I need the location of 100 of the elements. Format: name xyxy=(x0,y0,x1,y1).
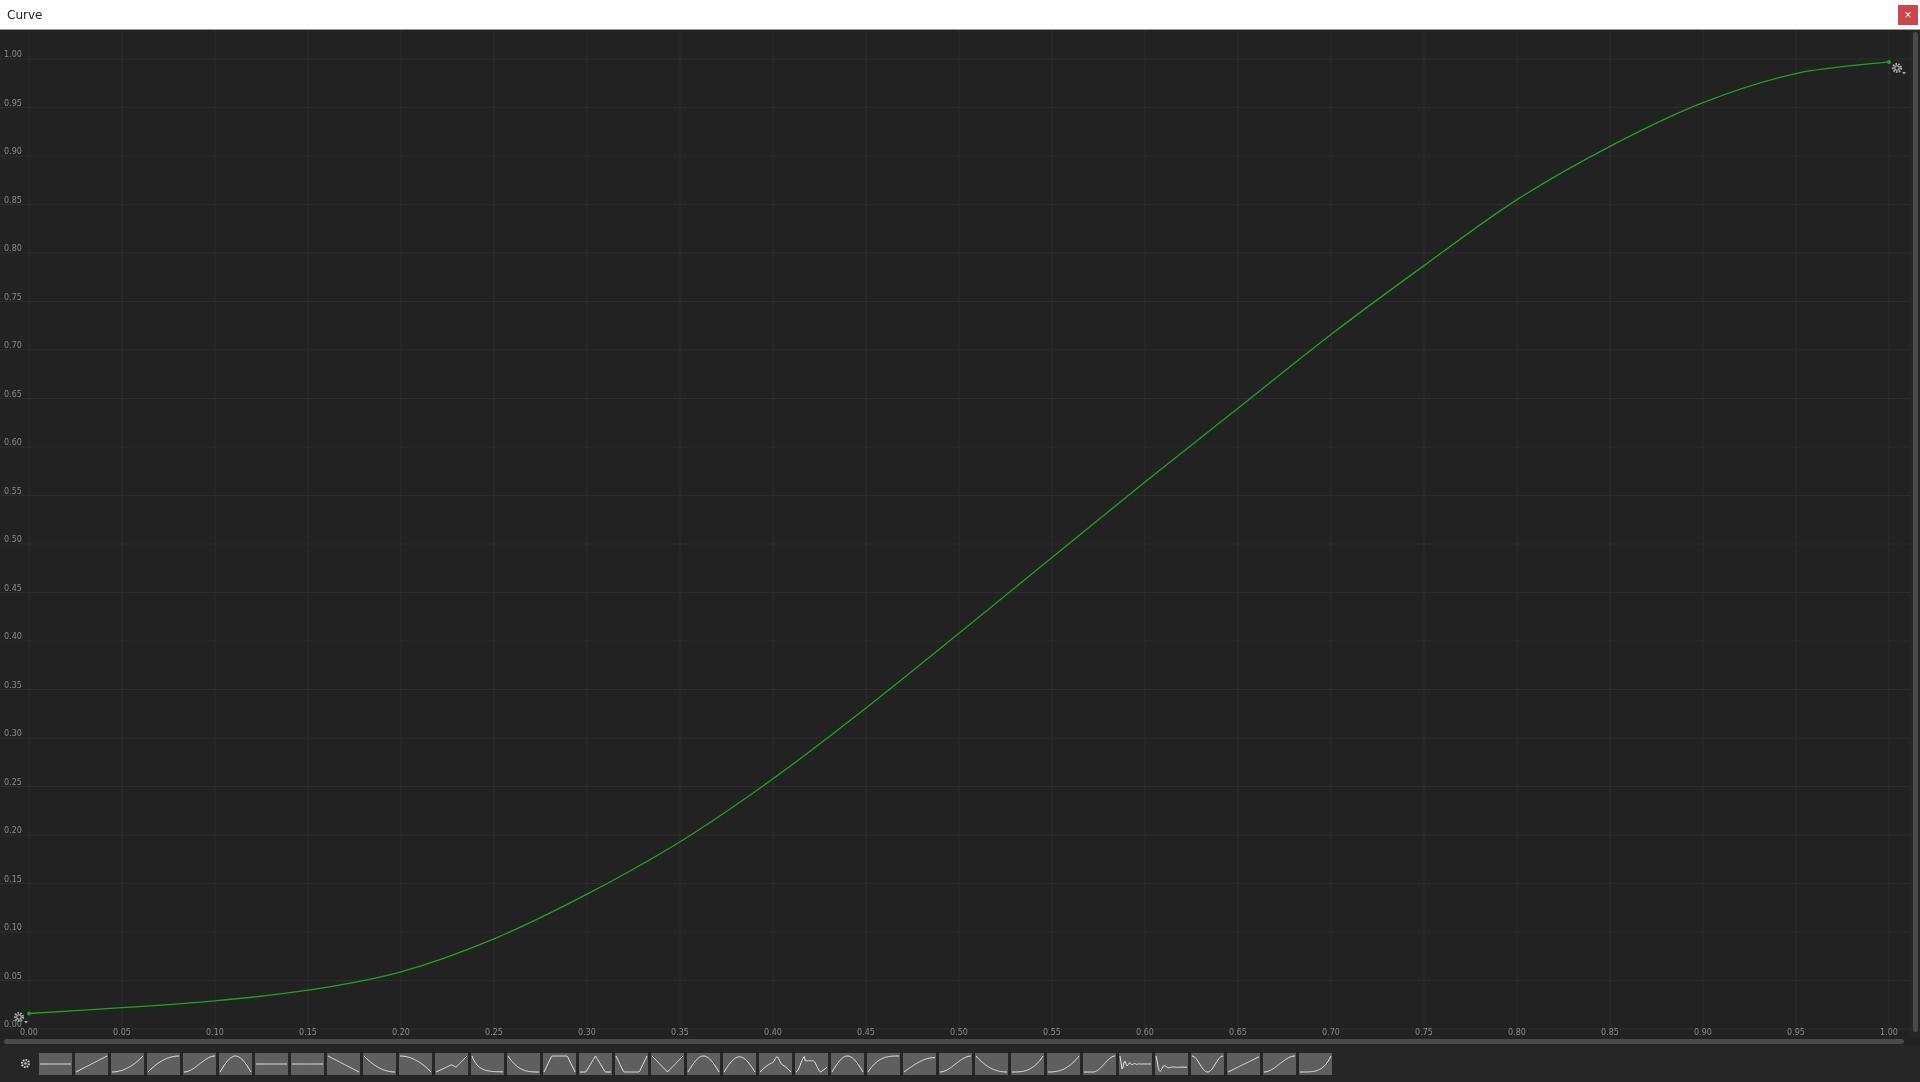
curve-preset-button[interactable] xyxy=(183,1052,216,1075)
curve-preset-button[interactable] xyxy=(723,1052,756,1075)
curve-preset-button[interactable] xyxy=(831,1052,864,1075)
axis-label: 0.75 xyxy=(4,292,22,302)
curve-preset-button[interactable] xyxy=(939,1052,972,1075)
axis-label: 0.10 xyxy=(206,1028,224,1037)
curve-icon xyxy=(1191,1055,1224,1072)
axis-label: 0.30 xyxy=(578,1028,596,1037)
axis-label: 0.90 xyxy=(4,147,22,156)
curve-preset-button[interactable] xyxy=(471,1052,504,1075)
axis-label: 0.50 xyxy=(950,1028,968,1037)
curve-preset-button[interactable] xyxy=(435,1052,468,1075)
settings-icon[interactable] xyxy=(20,1058,31,1069)
curve-icon xyxy=(867,1055,900,1072)
axis-label: 0.80 xyxy=(4,244,22,253)
axis-label: 0.30 xyxy=(4,729,22,738)
axis-label: 1.00 xyxy=(1880,1028,1898,1037)
axis-label: 0.35 xyxy=(671,1028,689,1037)
axis-label: 0.85 xyxy=(1601,1028,1619,1037)
curve-icon xyxy=(615,1055,648,1072)
curve-preset-button[interactable] xyxy=(1191,1052,1224,1075)
horizontal-scrollbar[interactable] xyxy=(4,1038,1904,1044)
curve-preset-button[interactable] xyxy=(1119,1052,1152,1075)
curve-icon xyxy=(687,1055,720,1072)
curve-icon xyxy=(507,1055,540,1072)
curve-preset-button[interactable] xyxy=(327,1052,360,1075)
curve-icon xyxy=(363,1055,396,1072)
axis-label: 0.60 xyxy=(4,438,22,447)
curve-preset-button[interactable] xyxy=(759,1052,792,1075)
curve-preset-button[interactable] xyxy=(147,1052,180,1075)
curve-icon xyxy=(1155,1055,1188,1072)
curve-icon xyxy=(147,1055,180,1072)
window-title: Curve xyxy=(6,7,43,22)
axis-label: 0.50 xyxy=(4,535,22,544)
curve-icon xyxy=(1227,1055,1260,1072)
axis-label: 0.00 xyxy=(20,1028,38,1037)
axis-label: 0.15 xyxy=(299,1028,317,1037)
key-point[interactable] xyxy=(27,1011,31,1016)
curve-preset-button[interactable] xyxy=(291,1052,324,1075)
curve-icon xyxy=(219,1055,252,1072)
curve-icon xyxy=(1299,1055,1332,1072)
curve-preset-button[interactable] xyxy=(219,1052,252,1075)
axis-label: 0.40 xyxy=(764,1028,782,1037)
curve-icon xyxy=(1263,1055,1296,1072)
axis-label: 0.40 xyxy=(4,632,22,641)
curve-preset-button[interactable] xyxy=(111,1052,144,1075)
axis-label: 0.65 xyxy=(4,389,22,399)
curve-preset-button[interactable] xyxy=(795,1052,828,1075)
axis-label: 0.00 xyxy=(4,1020,22,1029)
curve-preset-button[interactable] xyxy=(399,1052,432,1075)
axis-label: 0.15 xyxy=(4,874,22,884)
curve-preset-button[interactable] xyxy=(1227,1052,1260,1075)
axis-label: 0.85 xyxy=(4,195,22,205)
axis-label: 0.65 xyxy=(1229,1028,1247,1037)
curve-preset-button[interactable] xyxy=(255,1052,288,1075)
axis-label: 1.00 xyxy=(4,50,22,59)
curve-preset-button[interactable] xyxy=(1263,1052,1296,1075)
curve-preset-button[interactable] xyxy=(1299,1052,1332,1075)
axis-label: 0.25 xyxy=(4,777,22,787)
axis-label: 0.70 xyxy=(1322,1028,1340,1037)
curve-icon xyxy=(327,1055,360,1072)
axis-label: 0.80 xyxy=(1508,1028,1526,1037)
axis-label: 0.70 xyxy=(4,341,22,350)
curve-preset-button[interactable] xyxy=(39,1052,72,1075)
vertical-scrollbar[interactable] xyxy=(1910,30,1920,1037)
curve-icon xyxy=(471,1055,504,1072)
axis-label: 0.55 xyxy=(1043,1028,1061,1037)
curve-icon xyxy=(1047,1055,1080,1072)
curve-preset-button[interactable] xyxy=(615,1052,648,1075)
curve-icon xyxy=(399,1055,432,1072)
curve-icon xyxy=(975,1055,1008,1072)
close-button[interactable]: × xyxy=(1898,4,1918,25)
curve-preset-button[interactable] xyxy=(1047,1052,1080,1075)
curve-icon xyxy=(831,1055,864,1072)
axis-label: 0.10 xyxy=(4,923,22,932)
curve-preset-button[interactable] xyxy=(579,1052,612,1075)
curve-icon xyxy=(903,1056,936,1072)
curve-icon xyxy=(579,1055,612,1072)
curve-preset-button[interactable] xyxy=(651,1052,684,1075)
axis-label: 0.45 xyxy=(857,1028,875,1037)
curve-preset-button[interactable] xyxy=(507,1052,540,1075)
curve-icon xyxy=(111,1055,144,1072)
key-point[interactable] xyxy=(1887,59,1891,64)
curve-icon xyxy=(75,1055,108,1072)
gear-icon[interactable] xyxy=(1891,62,1906,75)
curve-preset-button[interactable] xyxy=(1083,1052,1116,1075)
curve-preset-button[interactable] xyxy=(1011,1052,1044,1075)
curve-preset-button[interactable] xyxy=(75,1052,108,1075)
axis-label: 0.05 xyxy=(4,971,22,981)
curve-preset-button[interactable] xyxy=(687,1052,720,1075)
curve-preset-button[interactable] xyxy=(543,1052,576,1075)
axis-label: 0.05 xyxy=(113,1028,131,1037)
curve-icon xyxy=(795,1055,828,1072)
curve-icon xyxy=(543,1055,576,1072)
curve-preset-button[interactable] xyxy=(867,1052,900,1075)
curve-preset-button[interactable] xyxy=(1155,1052,1188,1075)
curve-preset-button[interactable] xyxy=(975,1052,1008,1075)
curve-preset-button[interactable] xyxy=(363,1052,396,1075)
curve-icon xyxy=(939,1055,972,1072)
curve-preset-button[interactable] xyxy=(903,1052,936,1075)
